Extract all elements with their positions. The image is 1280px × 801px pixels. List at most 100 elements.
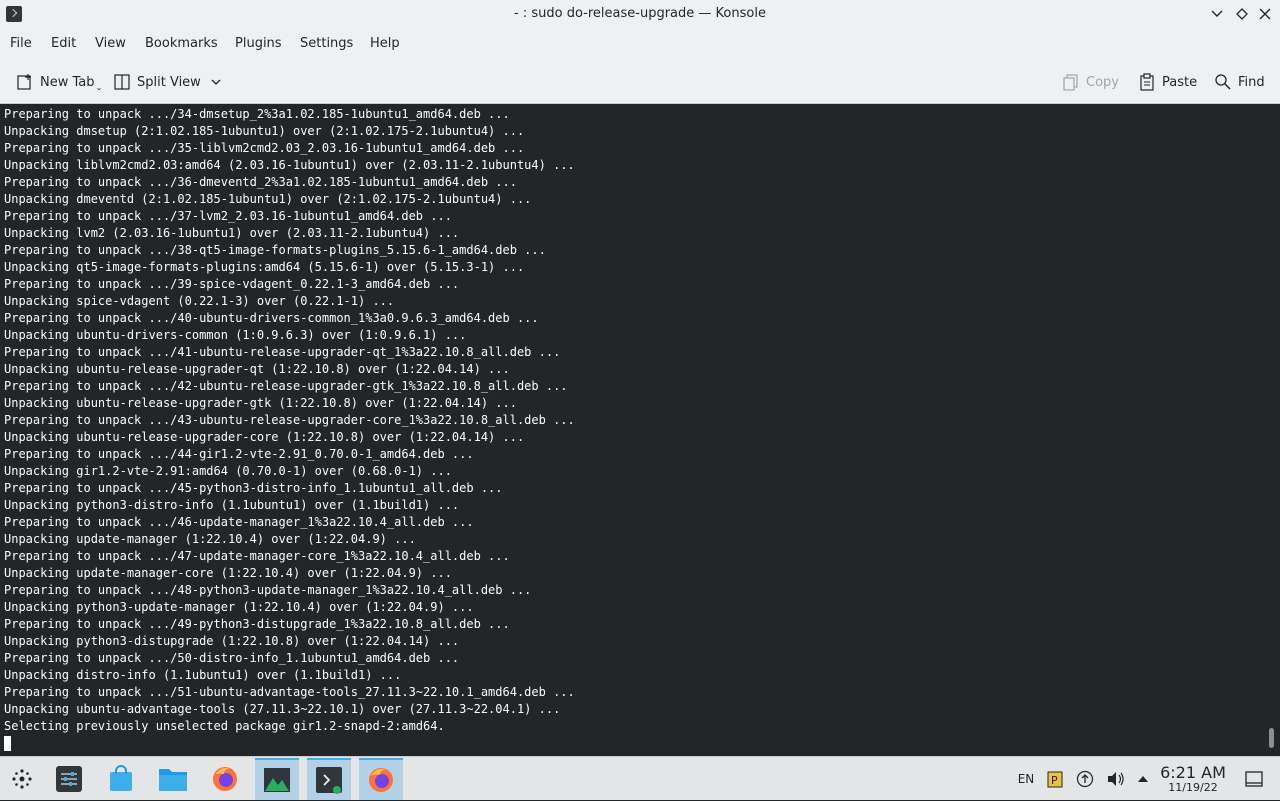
desktop-icon <box>1245 771 1263 787</box>
menu-bookmarks[interactable]: Bookmarks <box>145 28 218 60</box>
new-tab-button[interactable]: New Tab ⌄ <box>16 68 102 96</box>
terminal-line: Preparing to unpack .../36-dmeventd_2%3a… <box>4 175 517 189</box>
speaker-icon <box>1108 772 1124 786</box>
terminal-line: Preparing to unpack .../47-update-manage… <box>4 549 510 563</box>
split-view-label: Split View <box>137 74 201 90</box>
taskbar-system-settings[interactable] <box>47 758 91 800</box>
tray-updates[interactable] <box>1074 757 1096 801</box>
window-title: - : sudo do-release-upgrade — Konsole <box>514 6 766 21</box>
terminal-line: Unpacking lvm2 (2.03.16-1ubuntu1) over (… <box>4 226 460 240</box>
taskbar-konsole[interactable] <box>307 758 351 800</box>
search-icon <box>1214 73 1232 91</box>
clock-date[interactable]: 11/19/22 <box>1160 781 1226 794</box>
paste-label: Paste <box>1162 74 1198 90</box>
chevron-down-icon <box>1211 10 1223 17</box>
terminal-line: Preparing to unpack .../43-ubuntu-releas… <box>4 413 575 427</box>
terminal-line: Unpacking python3-distro-info (1.1ubuntu… <box>4 498 460 512</box>
terminal-icon <box>316 767 342 794</box>
taskbar-image-viewer[interactable] <box>255 758 299 800</box>
taskbar-discover[interactable] <box>99 758 143 800</box>
terminal-line: Preparing to unpack .../45-python3-distr… <box>4 481 503 495</box>
tray-volume[interactable] <box>1104 757 1128 801</box>
terminal-line: Preparing to unpack .../42-ubuntu-releas… <box>4 379 568 393</box>
terminal-line: Unpacking ubuntu-release-upgrader-qt (1:… <box>4 362 510 376</box>
menu-file[interactable]: File <box>10 28 32 60</box>
menu-bar: File Edit View Bookmarks Plugins Setting… <box>0 28 1280 60</box>
terminal-line: Preparing to unpack .../34-dmsetup_2%3a1… <box>4 107 510 121</box>
launcher-icon <box>12 769 32 789</box>
copy-button[interactable]: Copy <box>1062 68 1119 96</box>
terminal-line: Unpacking spice-vdagent (0.22.1-3) over … <box>4 294 395 308</box>
terminal-line: Unpacking python3-distupgrade (1:22.10.8… <box>4 634 460 648</box>
image-icon <box>264 768 290 792</box>
terminal-line: Preparing to unpack .../38-qt5-image-for… <box>4 243 546 257</box>
firefox-icon <box>369 768 393 792</box>
firefox-icon <box>213 767 237 791</box>
split-view-icon <box>113 73 131 91</box>
toolbar: New Tab ⌄ Split View Copy Paste Find <box>0 60 1280 104</box>
terminal-line: Preparing to unpack .../35-liblvm2cmd2.0… <box>4 141 525 155</box>
copy-icon <box>1062 73 1080 91</box>
app-launcher-button[interactable] <box>0 758 44 800</box>
menu-settings[interactable]: Settings <box>300 28 353 60</box>
terminal-line: Selecting previously unselected package … <box>4 719 445 733</box>
taskbar: EN P 6:21 AM 11/19/22 <box>0 756 1280 800</box>
new-tab-label: New Tab <box>40 74 95 90</box>
title-bar: - : sudo do-release-upgrade — Konsole <box>0 0 1280 28</box>
terminal-line: Unpacking distro-info (1.1ubuntu1) over … <box>4 668 402 682</box>
clipboard-icon: P <box>1047 771 1063 788</box>
terminal-line: Unpacking qt5-image-formats-plugins:amd6… <box>4 260 525 274</box>
tray-expand[interactable] <box>1134 757 1152 801</box>
find-label: Find <box>1238 74 1265 90</box>
paste-button[interactable]: Paste <box>1138 68 1197 96</box>
minimize-button[interactable] <box>1208 5 1226 23</box>
terminal-line: Preparing to unpack .../41-ubuntu-releas… <box>4 345 561 359</box>
terminal-line: Unpacking liblvm2cmd2.03:amd64 (2.03.16-… <box>4 158 575 172</box>
taskbar-firefox-window[interactable] <box>359 758 403 800</box>
terminal-view[interactable]: Preparing to unpack .../34-dmsetup_2%3a1… <box>0 104 1280 756</box>
folder-icon <box>159 769 187 791</box>
settings-icon <box>56 766 82 792</box>
menu-help[interactable]: Help <box>370 28 400 60</box>
keyboard-layout-indicator[interactable]: EN <box>1014 757 1038 801</box>
terminal-line: Unpacking gir1.2-vte-2.91:amd64 (0.70.0-… <box>4 464 452 478</box>
taskbar-firefox[interactable] <box>203 758 247 800</box>
menu-plugins[interactable]: Plugins <box>235 28 282 60</box>
find-button[interactable]: Find <box>1214 68 1265 96</box>
terminal-line: Preparing to unpack .../48-python3-updat… <box>4 583 532 597</box>
terminal-line: Unpacking dmeventd (2:1.02.185-1ubuntu1)… <box>4 192 532 206</box>
terminal-line: Unpacking dmsetup (2:1.02.185-1ubuntu1) … <box>4 124 525 138</box>
store-icon <box>110 765 132 791</box>
terminal-line: Unpacking update-manager (1:22.10.4) ove… <box>4 532 416 546</box>
terminal-line: Unpacking update-manager-core (1:22.10.4… <box>4 566 452 580</box>
paste-icon <box>1138 73 1156 91</box>
terminal-line: Unpacking ubuntu-release-upgrader-gtk (1… <box>4 396 517 410</box>
update-icon <box>1076 770 1094 788</box>
svg-text:P: P <box>1051 774 1058 787</box>
chevron-down-icon <box>211 79 221 85</box>
terminal-line: Unpacking ubuntu-release-upgrader-core (… <box>4 430 525 444</box>
copy-label: Copy <box>1086 74 1119 90</box>
new-tab-icon <box>16 73 34 91</box>
terminal-line: Preparing to unpack .../51-ubuntu-advant… <box>4 685 575 699</box>
terminal-line: Preparing to unpack .../49-python3-distu… <box>4 617 510 631</box>
scrollbar-thumb[interactable] <box>1269 728 1274 748</box>
terminal-line: Preparing to unpack .../40-ubuntu-driver… <box>4 311 539 325</box>
taskbar-file-manager[interactable] <box>151 758 195 800</box>
clock-time[interactable]: 6:21 AM <box>1160 763 1226 782</box>
menu-view[interactable]: View <box>95 28 126 60</box>
tray-clipboard[interactable]: P <box>1044 757 1066 801</box>
dropdown-arrow-icon: ⌄ <box>95 82 103 92</box>
diamond-icon <box>1236 8 1248 20</box>
terminal-line: Unpacking ubuntu-drivers-common (1:0.9.6… <box>4 328 467 342</box>
split-view-button[interactable]: Split View <box>113 68 221 96</box>
maximize-button[interactable] <box>1233 5 1251 23</box>
terminal-line: Unpacking ubuntu-advantage-tools (27.11.… <box>4 702 561 716</box>
menu-edit[interactable]: Edit <box>51 28 76 60</box>
terminal-line: Unpacking python3-update-manager (1:22.1… <box>4 600 474 614</box>
close-icon <box>1259 8 1271 20</box>
text-cursor <box>4 736 11 751</box>
show-desktop-button[interactable] <box>1240 757 1268 801</box>
terminal-line: Preparing to unpack .../46-update-manage… <box>4 515 474 529</box>
close-button[interactable] <box>1256 5 1274 23</box>
